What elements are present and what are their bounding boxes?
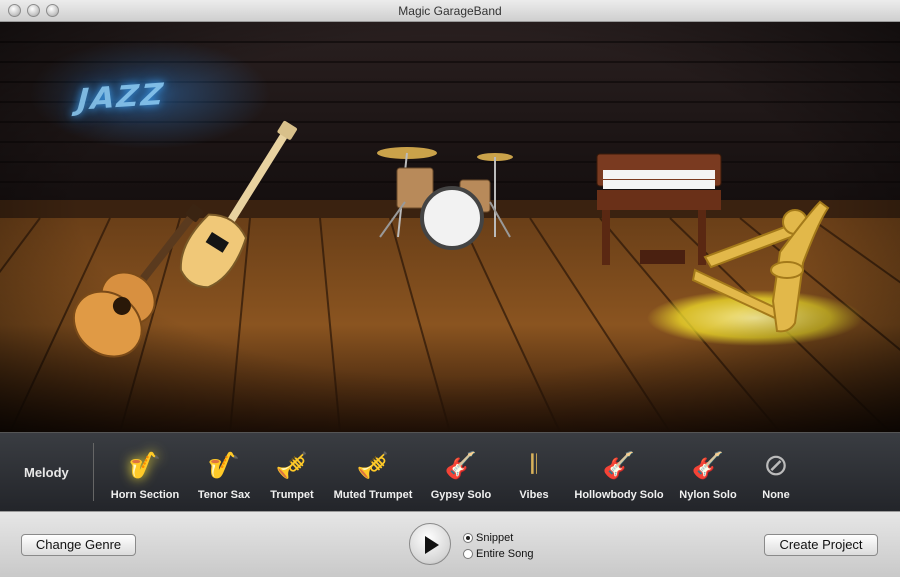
radio-dot-selected [463, 533, 473, 543]
nylon-guitar-icon: 🎸 [691, 449, 725, 480]
window-title: Magic GarageBand [398, 4, 502, 18]
instrument-label: Hollowbody Solo [574, 489, 664, 501]
instrument-bar: Melody 🎷 Horn Section 🎷 Tenor Sax 🎺 Trum… [0, 432, 900, 511]
play-button[interactable] [409, 523, 451, 565]
instrument-none[interactable]: ⊘ None [752, 441, 800, 507]
trumpet-icon: 🎺 [275, 449, 309, 480]
instrument-label: Gypsy Solo [430, 489, 492, 501]
instrument-gypsy-solo[interactable]: 🎸 Gypsy Solo [425, 441, 497, 507]
horn-section-icon: 🎷 [128, 449, 162, 480]
vibraphone-icon: 𝄃 [531, 449, 537, 479]
section-label: Melody [24, 465, 69, 480]
gypsy-guitar-icon: 🎸 [444, 449, 478, 480]
jazz-neon-sign: JAZZ [72, 77, 170, 118]
entire-song-label: Entire Song [476, 548, 534, 560]
none-icon: ⊘ [763, 448, 789, 482]
bar-divider [93, 443, 94, 501]
instrument-label: Tenor Sax [197, 489, 251, 501]
snippet-label: Snippet [476, 532, 514, 544]
stage: JAZZ [0, 22, 900, 432]
change-genre-button[interactable]: Change Genre [21, 534, 136, 556]
radio-dot [463, 549, 473, 559]
instrument-label: Trumpet [270, 489, 314, 501]
snippet-radio[interactable]: Snippet [463, 532, 513, 544]
instrument-vibes[interactable]: 𝄃 Vibes [507, 441, 561, 507]
instrument-tenor-sax[interactable]: 🎷 Tenor Sax [191, 441, 257, 507]
title-bar: Magic GarageBand [0, 0, 900, 22]
muted-trumpet-icon: 🎺 [356, 449, 390, 480]
magic-garageband-window: Magic GarageBand JAZZ Melody 🎷 Horn Sect… [0, 0, 900, 577]
tenor-sax-icon: 🎷 [207, 449, 241, 480]
instrument-trumpet[interactable]: 🎺 Trumpet [262, 441, 322, 507]
instrument-label: None [762, 489, 790, 501]
instrument-label: Muted Trumpet [333, 489, 413, 501]
create-project-button[interactable]: Create Project [764, 534, 878, 556]
hollowbody-guitar-icon: 🎸 [602, 449, 636, 480]
play-icon [425, 536, 439, 554]
instrument-muted-trumpet[interactable]: 🎺 Muted Trumpet [328, 441, 418, 507]
instrument-horn-section[interactable]: 🎷 Horn Section [105, 441, 185, 507]
instrument-label: Nylon Solo [679, 489, 737, 501]
instrument-hollowbody-solo[interactable]: 🎸 Hollowbody Solo [570, 441, 668, 507]
instrument-label: Vibes [519, 489, 549, 501]
instrument-label: Horn Section [110, 489, 180, 501]
instrument-nylon-solo[interactable]: 🎸 Nylon Solo [675, 441, 741, 507]
bottom-toolbar: Change Genre Snippet Entire Song Create … [0, 511, 900, 577]
entire-song-radio[interactable]: Entire Song [463, 548, 533, 560]
